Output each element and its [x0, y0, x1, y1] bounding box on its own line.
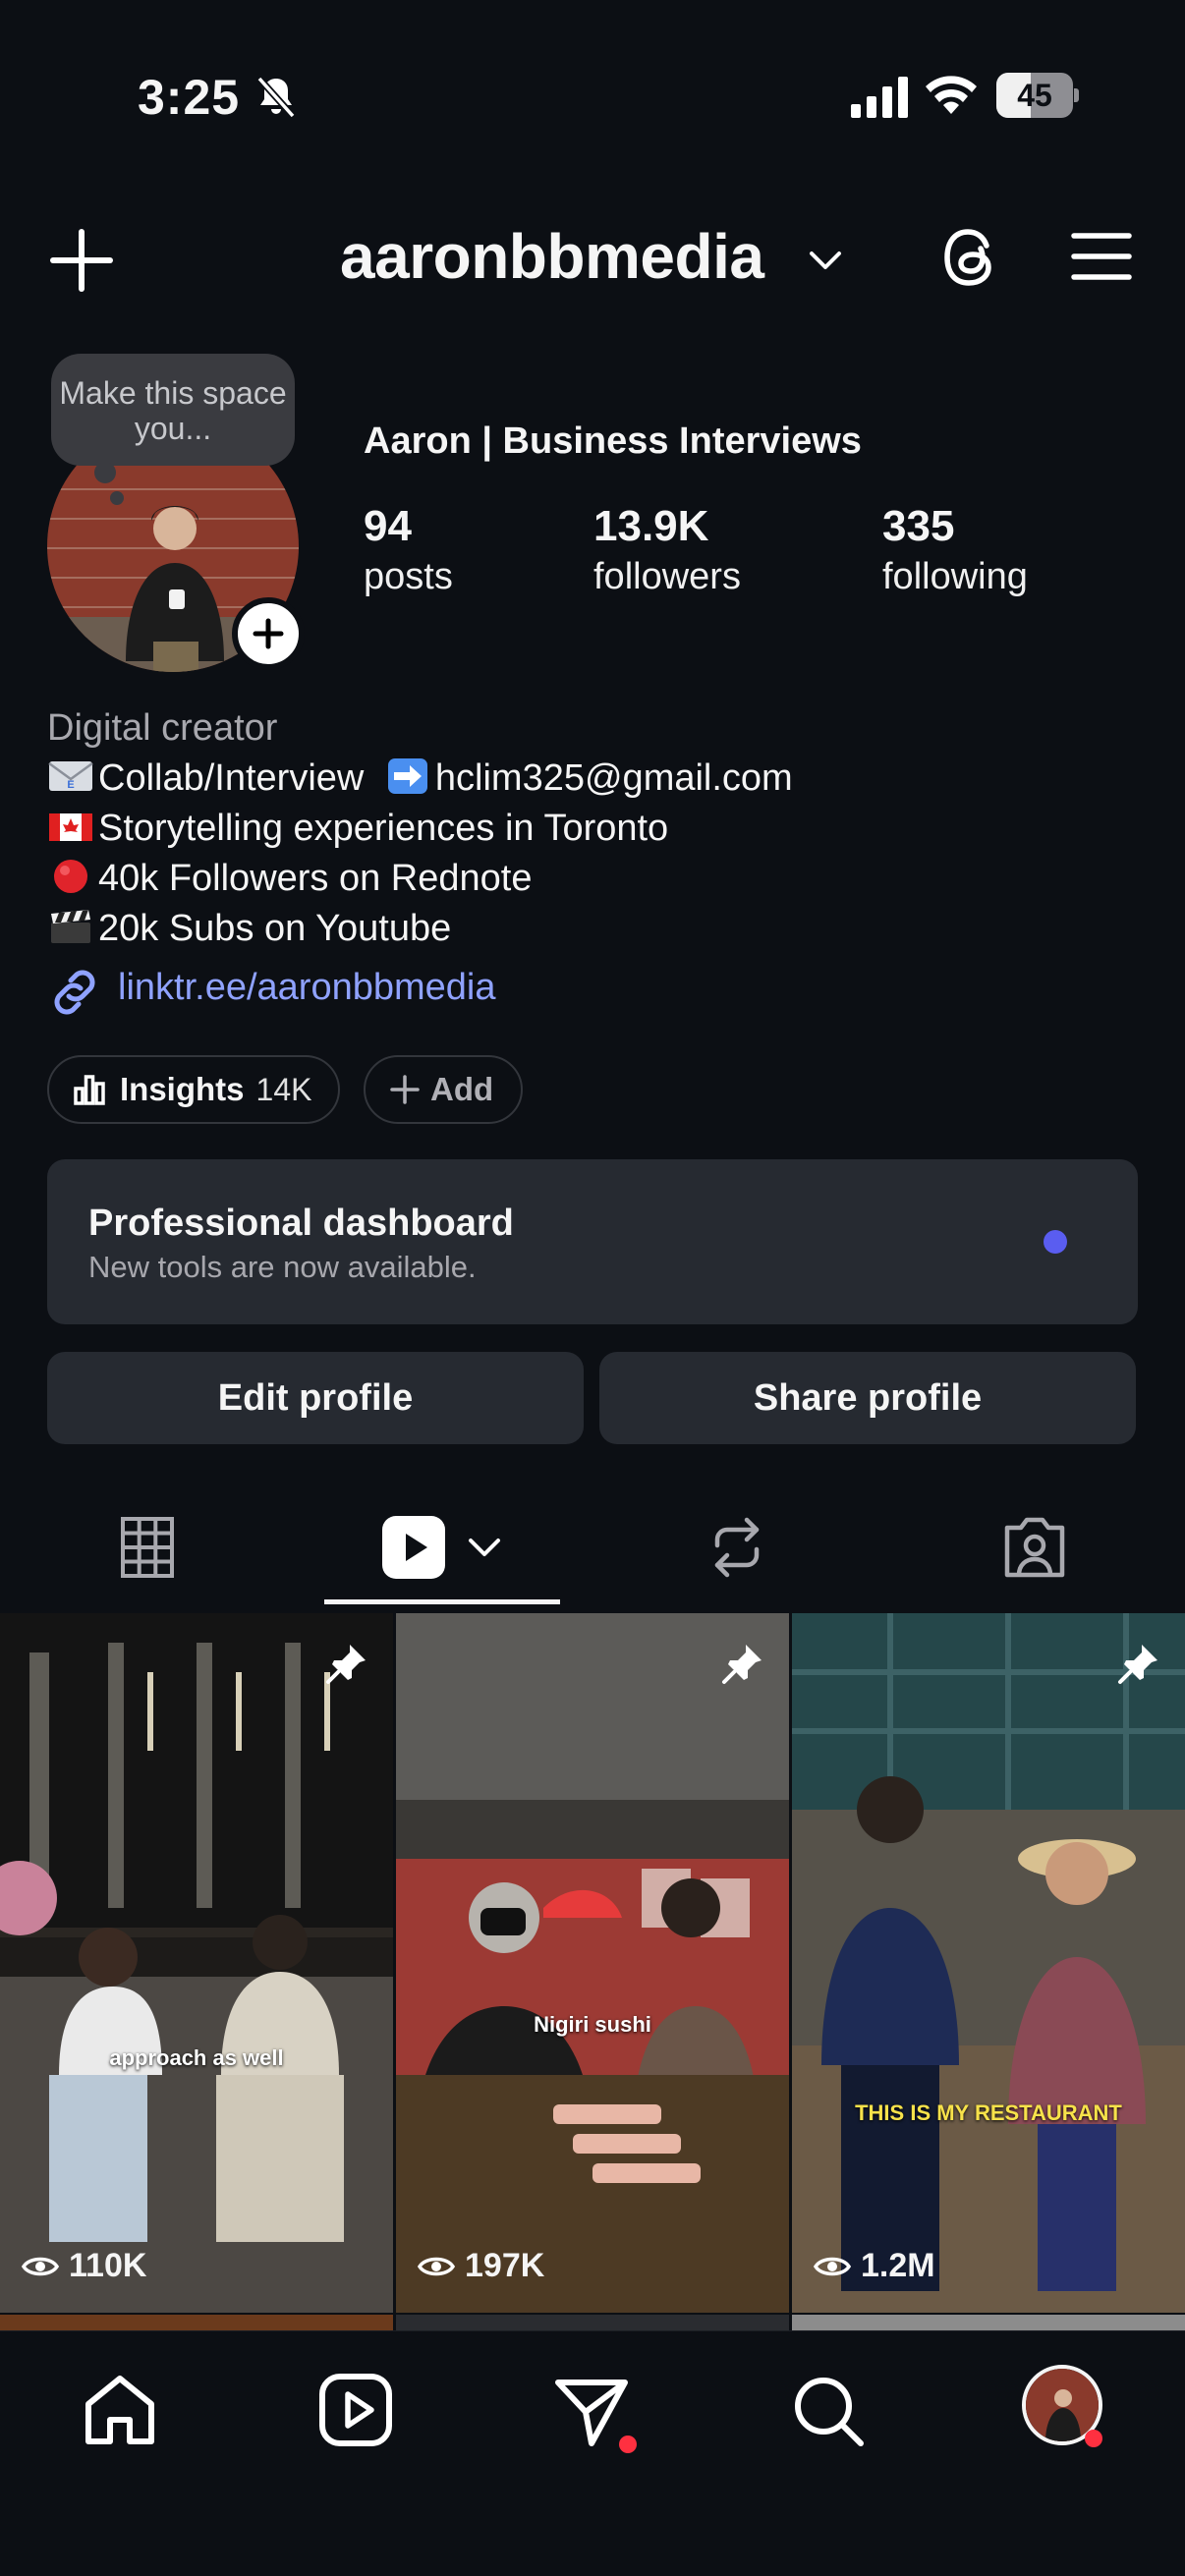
share-profile-button[interactable]: Share profile: [599, 1352, 1136, 1444]
dashboard-title: Professional dashboard: [88, 1203, 514, 1244]
play-count-icon: [418, 2257, 455, 2275]
edit-profile-button[interactable]: Edit profile: [47, 1352, 584, 1444]
stat-label: following: [882, 556, 1028, 597]
stat-following[interactable]: 335 following: [882, 499, 1028, 599]
search-icon[interactable]: [786, 2369, 869, 2451]
add-story-plus-icon[interactable]: [232, 597, 305, 670]
bio-line-text: Storytelling experiences in Toronto: [98, 808, 669, 849]
tab-grid[interactable]: [79, 1493, 216, 1601]
bottom-navigation: [0, 2330, 1185, 2576]
note-bubble-tail: [94, 462, 116, 483]
link-icon: [54, 970, 95, 1015]
play-count-icon: [22, 2257, 59, 2275]
note-bubble[interactable]: Make this space you...: [51, 354, 295, 466]
profile-link-text[interactable]: linktr.ee/aaronbbmedia: [118, 967, 495, 1009]
bell-muted-icon: [256, 76, 296, 119]
reel-views: 110K: [22, 2247, 146, 2285]
bio-line: Storytelling experiences in Toronto: [47, 804, 793, 854]
tab-tagged[interactable]: [966, 1493, 1103, 1601]
status-time: 3:25: [138, 70, 241, 125]
stat-posts[interactable]: 94 posts: [364, 499, 453, 599]
right-arrow-icon: [387, 758, 427, 794]
wifi-icon: [926, 76, 977, 114]
threads-icon[interactable]: [939, 222, 1006, 293]
reel-image: [396, 1613, 789, 2313]
repost-icon: [714, 1517, 760, 1578]
tagged-icon: [1004, 1517, 1065, 1578]
reel-image: [792, 1613, 1185, 2313]
status-bar: 3:25 45: [0, 0, 1185, 196]
insights-value: 14K: [255, 1071, 312, 1107]
reel-views: 197K: [418, 2247, 544, 2285]
tab-reels[interactable]: [324, 1493, 560, 1601]
bio-line-text: Collab/Interview: [98, 757, 365, 799]
active-tab-indicator: [324, 1599, 560, 1604]
stat-label: followers: [593, 556, 741, 597]
profile-badge: [1085, 2430, 1102, 2447]
display-name: Aaron | Business Interviews: [364, 420, 862, 462]
reel-views-count: 1.2M: [861, 2247, 935, 2284]
new-indicator-dot: [1044, 1230, 1067, 1254]
pin-icon: [722, 1645, 762, 1684]
play-count-icon: [814, 2257, 851, 2275]
messages-badge: [619, 2436, 637, 2453]
stat-followers[interactable]: 13.9K followers: [593, 499, 741, 599]
stat-value: 94: [364, 502, 412, 550]
create-plus-icon[interactable]: [47, 226, 116, 295]
dashboard-subtitle: New tools are now available.: [88, 1250, 477, 1284]
add-label: Add: [430, 1071, 494, 1107]
envelope-icon: E: [48, 761, 93, 791]
reel-views: 1.2M: [814, 2247, 935, 2285]
reel-thumbnail[interactable]: THIS IS MY RESTAURANT 1.2M: [792, 1613, 1185, 2313]
bio-line: 40k Followers on Rednote: [47, 854, 793, 904]
reel-thumbnail[interactable]: Nigiri sushi 197K: [396, 1613, 789, 2313]
menu-icon[interactable]: [1071, 230, 1132, 283]
bio-line-text: 20k Subs on Youtube: [98, 908, 452, 949]
reel-thumbnail[interactable]: approach as well 110K: [0, 1613, 393, 2313]
chevron-down-icon: [469, 1539, 500, 1556]
account-username[interactable]: aaronbbmedia: [340, 220, 764, 293]
reel-caption: approach as well: [109, 2045, 284, 2070]
reel-views-count: 197K: [465, 2247, 545, 2284]
reels-icon: [382, 1516, 445, 1579]
battery-icon: 45: [996, 73, 1079, 118]
reels-nav-icon[interactable]: [314, 2369, 397, 2451]
plus-icon: [390, 1075, 420, 1104]
canada-flag-icon: [49, 813, 92, 841]
professional-dashboard[interactable]: Professional dashboard New tools are now…: [47, 1159, 1138, 1324]
reel-caption: Nigiri sushi: [534, 2012, 651, 2037]
profile-category: Digital creator: [47, 707, 278, 749]
add-button[interactable]: Add: [364, 1055, 523, 1124]
reel-image: [0, 1613, 393, 2313]
note-text: Make this space you...: [59, 375, 287, 446]
insights-label: Insights: [120, 1071, 245, 1107]
red-circle-icon: [54, 860, 87, 893]
insights-button[interactable]: Insights 14K: [47, 1055, 340, 1124]
svg-text:E: E: [67, 779, 74, 791]
reel-caption: THIS IS MY RESTAURANT: [855, 2100, 1122, 2125]
clapper-board-icon: [51, 910, 90, 943]
grid-icon: [121, 1517, 174, 1578]
stat-label: posts: [364, 556, 453, 597]
reel-views-count: 110K: [69, 2247, 147, 2284]
chevron-down-icon[interactable]: [808, 246, 843, 275]
bio-line-text: 40k Followers on Rednote: [98, 858, 533, 899]
profile-header: aaronbbmedia: [0, 196, 1185, 314]
home-icon[interactable]: [79, 2369, 161, 2451]
stat-value: 13.9K: [593, 502, 709, 550]
bio-email[interactable]: hclim325@gmail.com: [435, 757, 793, 799]
battery-percent: 45: [1017, 78, 1052, 113]
bio-line: E Collab/Interview hclim325@gmail.com: [47, 754, 793, 804]
pin-icon: [326, 1645, 366, 1684]
bio-line: 20k Subs on Youtube: [47, 904, 793, 954]
stat-value: 335: [882, 502, 955, 550]
tab-reposts[interactable]: [668, 1493, 806, 1601]
insights-chart-icon: [74, 1075, 105, 1105]
note-bubble-tail-small: [110, 491, 124, 505]
reels-grid: approach as well 110K Nigiri sushi 197K …: [0, 1613, 1185, 2334]
signal-icon: [851, 77, 908, 118]
pin-icon: [1118, 1645, 1157, 1684]
profile-bio: Digital creator E Collab/Interview hclim…: [47, 703, 793, 954]
